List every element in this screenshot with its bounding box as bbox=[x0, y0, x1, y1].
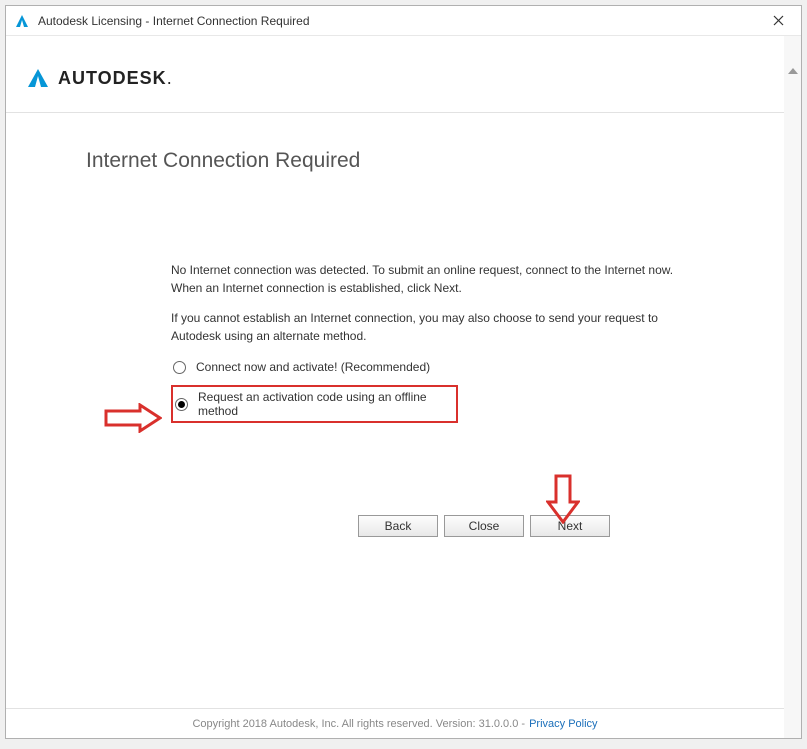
paragraph-2: If you cannot establish an Internet conn… bbox=[171, 309, 681, 345]
app-icon bbox=[14, 13, 30, 29]
button-row: Back Close Next bbox=[6, 515, 801, 537]
privacy-link[interactable]: Privacy Policy bbox=[529, 718, 597, 730]
option-connect-now[interactable]: Connect now and activate! (Recommended) bbox=[171, 357, 801, 377]
radio-icon[interactable] bbox=[173, 361, 186, 374]
paragraph-1: No Internet connection was detected. To … bbox=[171, 261, 681, 297]
scrollbar[interactable] bbox=[784, 36, 801, 738]
close-icon[interactable] bbox=[763, 7, 793, 35]
copyright-text: Copyright 2018 Autodesk, Inc. All rights… bbox=[192, 718, 525, 730]
brand-name: AUTODESK bbox=[58, 68, 167, 89]
content-wrapper: AUTODESK. Internet Connection Required N… bbox=[6, 36, 801, 738]
titlebar: Autodesk Licensing - Internet Connection… bbox=[6, 6, 801, 36]
option-label: Request an activation code using an offl… bbox=[198, 390, 450, 418]
page-title: Internet Connection Required bbox=[6, 113, 801, 173]
option-offline-request[interactable]: Request an activation code using an offl… bbox=[171, 385, 458, 423]
back-button[interactable]: Back bbox=[358, 515, 438, 537]
window-title: Autodesk Licensing - Internet Connection… bbox=[38, 14, 763, 28]
footer: Copyright 2018 Autodesk, Inc. All rights… bbox=[6, 708, 784, 738]
content: AUTODESK. Internet Connection Required N… bbox=[6, 36, 801, 738]
radio-group: Connect now and activate! (Recommended) … bbox=[6, 357, 801, 423]
autodesk-logo-icon bbox=[26, 66, 50, 90]
option-label: Connect now and activate! (Recommended) bbox=[196, 360, 430, 374]
close-button[interactable]: Close bbox=[444, 515, 524, 537]
radio-icon[interactable] bbox=[175, 398, 188, 411]
body-text: No Internet connection was detected. To … bbox=[6, 261, 801, 345]
brand-header: AUTODESK. bbox=[6, 36, 801, 113]
scroll-up-icon[interactable] bbox=[788, 56, 798, 86]
next-button[interactable]: Next bbox=[530, 515, 610, 537]
dialog-window: Autodesk Licensing - Internet Connection… bbox=[5, 5, 802, 739]
